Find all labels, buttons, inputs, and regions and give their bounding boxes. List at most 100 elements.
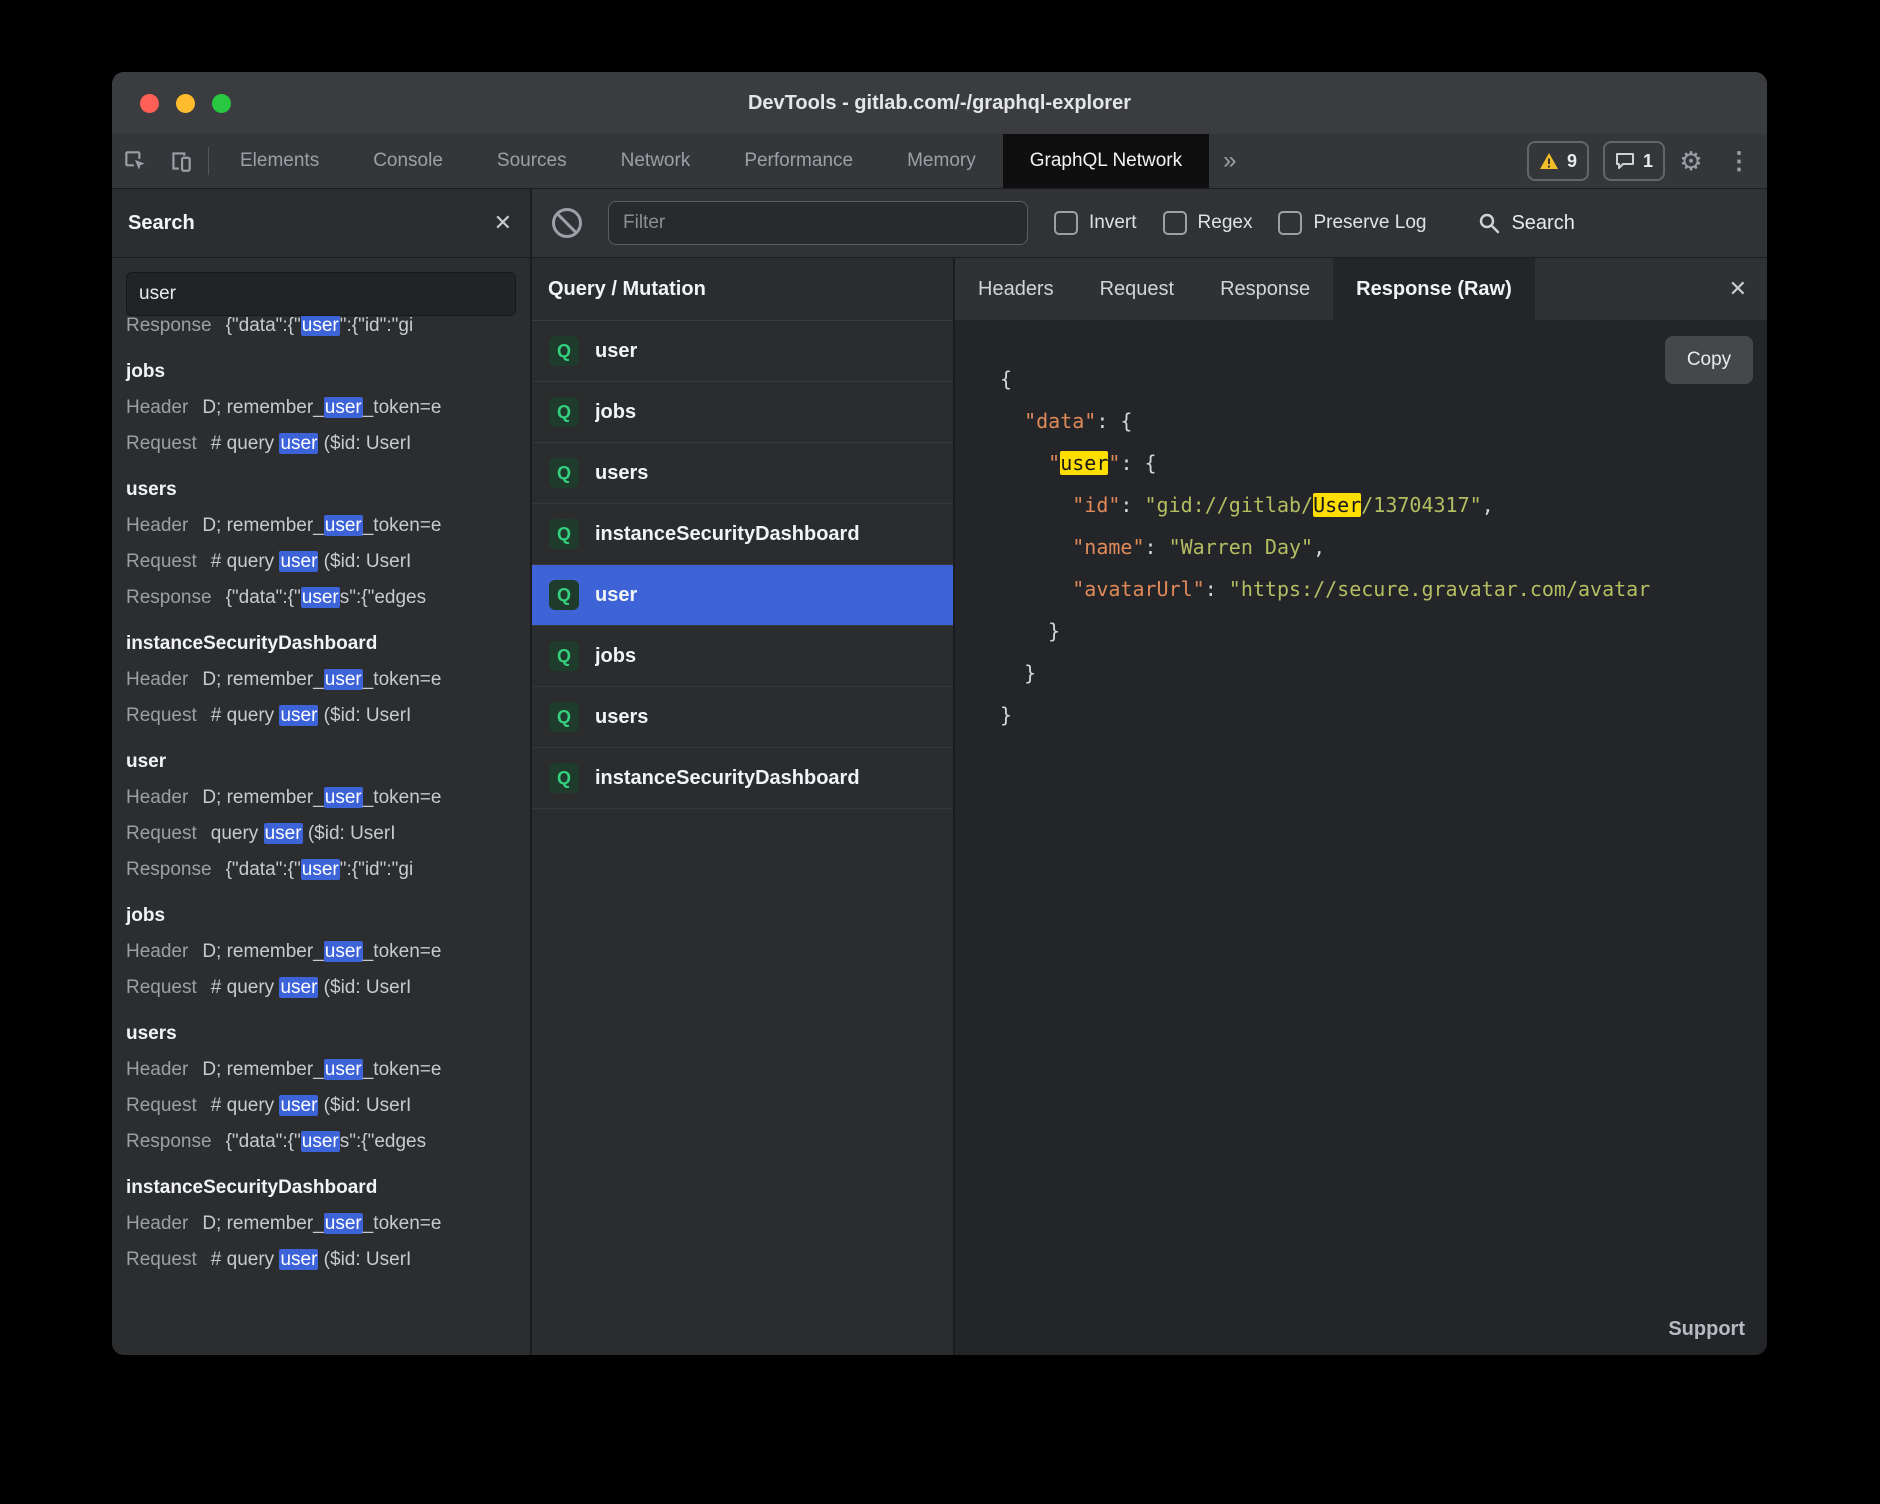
search-result-line[interactable]: Request# query user ($id: UserI	[126, 970, 530, 1006]
devtools-tab-memory[interactable]: Memory	[880, 134, 1003, 188]
code-line: }	[1000, 610, 1767, 652]
response-tabs: HeadersRequestResponseResponse (Raw) ✕	[955, 258, 1767, 320]
filter-input[interactable]	[608, 201, 1028, 245]
search-result-group-title[interactable]: users	[126, 472, 530, 508]
checkbox-icon	[1054, 211, 1078, 235]
code-line: }	[1000, 694, 1767, 736]
result-line-label: Request	[126, 1095, 197, 1116]
search-result-group-title[interactable]: users	[126, 1016, 530, 1052]
search-result-line[interactable]: Response{"data":{"user":{"id":"gi	[126, 316, 530, 344]
messages-badge[interactable]: 1	[1603, 141, 1665, 181]
result-line-label: Header	[126, 787, 188, 808]
result-line-label: Header	[126, 1059, 188, 1080]
devtools-tab-network[interactable]: Network	[594, 134, 718, 188]
inspect-element-button[interactable]	[112, 134, 158, 188]
regex-checkbox-label: Regex	[1198, 212, 1253, 234]
result-line-text: {"data":{"users":{"edges	[226, 1131, 427, 1152]
search-result-group-title[interactable]: instanceSecurityDashboard	[126, 1170, 530, 1206]
response-panel-close-icon[interactable]: ✕	[1729, 258, 1747, 320]
kebab-menu-icon[interactable]: ⋮	[1717, 134, 1761, 188]
devtools-tab-elements[interactable]: Elements	[213, 134, 346, 188]
search-result-line[interactable]: Response {"data":{"users":{"edges	[126, 1124, 530, 1160]
warnings-badge[interactable]: 9	[1527, 141, 1589, 181]
query-type-icon: Q	[549, 336, 579, 366]
code-line: "name": "Warren Day",	[1000, 526, 1767, 568]
search-result-line[interactable]: Request# query user ($id: UserI	[126, 426, 530, 462]
response-tab-response[interactable]: Response	[1197, 258, 1333, 320]
search-result-line[interactable]: Request# query user ($id: UserI	[126, 1088, 530, 1124]
devtools-window: DevTools - gitlab.com/-/graphql-explorer…	[112, 72, 1767, 1355]
result-line-label: Header	[126, 1213, 188, 1234]
result-line-text: {"data":{"users":{"edges	[226, 587, 427, 608]
search-result-line[interactable]: Requestquery user ($id: UserI	[126, 816, 530, 852]
result-line-label: Header	[126, 669, 188, 690]
search-result-line[interactable]: Header D; remember_user_token=e	[126, 780, 530, 816]
settings-gear-icon[interactable]: ⚙	[1665, 134, 1717, 188]
zoom-window-button[interactable]	[212, 94, 231, 113]
query-list-item-jobs[interactable]: Qjobs	[532, 626, 953, 687]
match-highlight: user	[264, 823, 303, 844]
search-panel-close-icon[interactable]: ✕	[494, 212, 512, 234]
filter-search-button[interactable]: Search	[1478, 212, 1574, 235]
search-result-line[interactable]: Response{"data":{"users":{"edges	[126, 580, 530, 616]
search-result-group-title[interactable]: jobs	[126, 354, 530, 390]
window-title: DevTools - gitlab.com/-/graphql-explorer	[112, 92, 1767, 115]
support-link[interactable]: Support	[1668, 1318, 1745, 1341]
result-line-text: D; remember_user_token=e	[202, 1059, 441, 1080]
invert-checkbox[interactable]: Invert	[1054, 211, 1137, 235]
close-window-button[interactable]	[140, 94, 159, 113]
match-highlight: user	[324, 515, 363, 536]
devtools-tab-console[interactable]: Console	[346, 134, 470, 188]
device-toolbar-button[interactable]	[158, 134, 204, 188]
response-tab-headers[interactable]: Headers	[955, 258, 1077, 320]
search-result-line[interactable]: HeaderD; remember_user_token=e	[126, 390, 530, 426]
preserve-log-checkbox[interactable]: Preserve Log	[1278, 211, 1426, 235]
search-result-line[interactable]: Request# query user ($id: UserI	[126, 1242, 530, 1278]
minimize-window-button[interactable]	[176, 94, 195, 113]
result-line-text: D; remember_user_token=e	[202, 1213, 441, 1234]
search-result-line[interactable]: Header D; remember_user_token=e	[126, 1052, 530, 1088]
search-panel: Search ✕ Response{"data":{"user":{"id":"…	[112, 189, 532, 1355]
query-list-item-users[interactable]: Qusers	[532, 443, 953, 504]
warning-count: 9	[1567, 151, 1577, 172]
search-result-line[interactable]: Response{"data":{"user":{"id":"gi	[126, 852, 530, 888]
result-line-text: D; remember_user_token=e	[202, 787, 441, 808]
search-result-line[interactable]: HeaderD; remember_user_token=e	[126, 934, 530, 970]
match-highlight: user	[279, 1249, 318, 1270]
query-list-item-instancesecuritydashboard[interactable]: QinstanceSecurityDashboard	[532, 748, 953, 809]
devtools-tab-performance[interactable]: Performance	[717, 134, 880, 188]
devtools-tab-graphql-network[interactable]: GraphQL Network	[1003, 134, 1209, 188]
query-item-label: jobs	[595, 401, 636, 424]
devtools-tab-sources[interactable]: Sources	[470, 134, 594, 188]
regex-checkbox[interactable]: Regex	[1163, 211, 1253, 235]
result-line-label: Header	[126, 941, 188, 962]
query-list-item-jobs[interactable]: Qjobs	[532, 382, 953, 443]
query-list-item-user[interactable]: Quser	[532, 321, 953, 382]
toolbar-separator	[208, 147, 209, 175]
result-line-text: {"data":{"user":{"id":"gi	[226, 316, 414, 336]
query-list-item-instancesecuritydashboard[interactable]: QinstanceSecurityDashboard	[532, 504, 953, 565]
more-tabs-button[interactable]: »	[1209, 134, 1250, 188]
match-highlight: user	[279, 705, 318, 726]
search-input[interactable]	[126, 272, 516, 316]
search-result-line[interactable]: Request# query user ($id: UserI	[126, 544, 530, 580]
response-tab-response-raw[interactable]: Response (Raw)	[1333, 258, 1535, 320]
clear-requests-icon[interactable]	[552, 208, 582, 238]
code-line: }	[1000, 652, 1767, 694]
search-result-group-title[interactable]: instanceSecurityDashboard	[126, 626, 530, 662]
search-result-line[interactable]: HeaderD; remember_user_token=e	[126, 508, 530, 544]
result-line-text: D; remember_user_token=e	[202, 397, 441, 418]
warning-icon	[1539, 152, 1559, 170]
match-highlight: user	[324, 1213, 363, 1234]
query-list-item-users[interactable]: Qusers	[532, 687, 953, 748]
search-result-group-title[interactable]: user	[126, 744, 530, 780]
query-list-item-user[interactable]: Quser	[532, 565, 953, 626]
search-result-line[interactable]: Header D; remember_user_token=e	[126, 1206, 530, 1242]
query-item-label: user	[595, 340, 637, 363]
response-tab-request[interactable]: Request	[1077, 258, 1198, 320]
result-line-label: Response	[126, 1131, 212, 1152]
search-result-line[interactable]: Request# query user ($id: UserI	[126, 698, 530, 734]
search-result-group-title[interactable]: jobs	[126, 898, 530, 934]
search-result-line[interactable]: HeaderD; remember_user_token=e	[126, 662, 530, 698]
copy-button[interactable]: Copy	[1665, 336, 1753, 384]
